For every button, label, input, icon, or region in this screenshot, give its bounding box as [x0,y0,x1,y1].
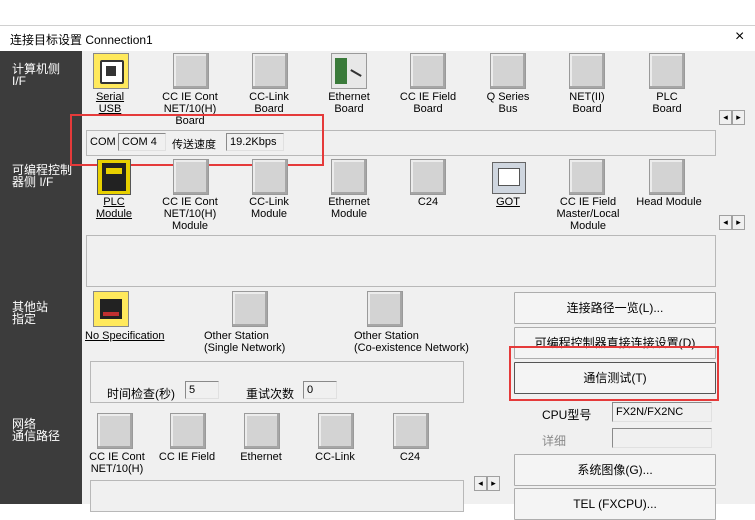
tel-fxcpu-button[interactable]: TEL (FXCPU)... [514,488,716,520]
head-module-icon[interactable] [649,159,685,195]
plc-if-label-cc-ie-field[interactable]: CC IE Field Master/Local Module [549,196,627,232]
pc-if-label-plc-board[interactable]: PLC Board [631,91,703,115]
other-label-coexistence-network[interactable]: Other Station (Co-existence Network) [354,330,479,354]
scroll-left-icon[interactable]: ◂ [719,110,732,125]
time-check-label: 时间检查(秒) [107,387,175,401]
plc-if-scroll[interactable]: ◂ ▸ [719,215,745,230]
plc-if-label-ethernet[interactable]: Ethernet Module [313,196,385,220]
window-titlebar: 连接目标设置 Connection1 × [0,25,755,52]
plc-if-label-cc-link[interactable]: CC-Link Module [233,196,305,220]
plc-if-label-plc-module[interactable]: PLC Module [85,196,143,220]
network-label-c24[interactable]: C24 [375,451,445,463]
got-icon[interactable] [492,162,526,194]
other-label-no-specification[interactable]: No Specification [85,330,165,342]
pc-if-label-cc-link[interactable]: CC-Link Board [233,91,305,115]
retry-label: 重试次数 [246,387,295,401]
no-specification-icon[interactable] [93,291,129,327]
scroll-right-icon[interactable]: ▸ [732,110,745,125]
section-label-pc-if: 计算机侧 I/F [12,62,61,88]
route-list-button[interactable]: 连接路径一览(L)... [514,292,716,324]
pc-if-label-net-ii[interactable]: NET(II) Board [551,91,623,115]
system-image-button[interactable]: 系统图像(G)... [514,454,716,486]
section-label-network-route: 网络 通信路径 [12,417,61,443]
cc-ie-field-board-icon[interactable] [410,53,446,89]
scroll-left-icon[interactable]: ◂ [474,476,487,491]
cpu-type-field: FX2N/FX2NC [612,402,712,422]
network-detail-panel [90,480,464,512]
c24-icon[interactable] [410,159,446,195]
cc-ie-cont-module-icon[interactable] [173,159,209,195]
scroll-right-icon[interactable]: ▸ [732,215,745,230]
close-icon[interactable]: × [735,28,744,46]
other-station-coexistence-icon[interactable] [367,291,403,327]
ethernet-module-icon[interactable] [331,159,367,195]
other-label-single-network[interactable]: Other Station (Single Network) [204,330,314,354]
plc-module-icon[interactable] [97,159,131,195]
net-ii-board-icon[interactable] [569,53,605,89]
section-label-other-station: 其他站 指定 [12,300,49,326]
net-cc-link-icon[interactable] [318,413,354,449]
section-label-plc-if: 可编程控制 器侧 I/F [12,163,73,189]
cc-link-board-icon[interactable] [252,53,288,89]
cc-ie-cont-board-icon[interactable] [173,53,209,89]
serial-usb-icon[interactable] [93,53,129,89]
pc-if-label-serial-usb[interactable]: Serial USB [85,91,135,115]
network-scroll[interactable]: ◂ ▸ [474,476,500,491]
detail-label: 详细 [542,434,567,448]
window-title: 连接目标设置 Connection1 [10,33,153,47]
pc-if-label-q-series-bus[interactable]: Q Series Bus [472,91,544,115]
network-label-cc-ie-field[interactable]: CC IE Field [152,451,222,463]
plc-if-label-cc-ie-cont[interactable]: CC IE Cont NET/10(H) Module [150,196,230,232]
network-label-cc-link[interactable]: CC-Link [300,451,370,463]
network-label-ethernet[interactable]: Ethernet [226,451,296,463]
scroll-left-icon[interactable]: ◂ [719,215,732,230]
highlight-box-test [509,346,719,401]
pc-if-label-cc-ie-field[interactable]: CC IE Field Board [392,91,464,115]
net-cc-ie-field-icon[interactable] [170,413,206,449]
net-ethernet-icon[interactable] [244,413,280,449]
time-check-field[interactable]: 5 [185,381,219,399]
plc-if-label-got[interactable]: GOT [472,196,544,208]
plc-if-detail-panel [86,235,716,287]
pc-if-label-ethernet[interactable]: Ethernet Board [313,91,385,115]
retry-field[interactable]: 0 [303,381,337,399]
network-label-cc-ie-cont[interactable]: CC IE Cont NET/10(H) [84,451,150,475]
net-c24-icon[interactable] [393,413,429,449]
pc-if-scroll[interactable]: ◂ ▸ [719,110,745,125]
other-station-single-icon[interactable] [232,291,268,327]
plc-if-label-head-module[interactable]: Head Module [631,196,707,208]
scroll-right-icon[interactable]: ▸ [487,476,500,491]
net-cc-ie-cont-icon[interactable] [97,413,133,449]
plc-board-icon[interactable] [649,53,685,89]
cc-link-module-icon[interactable] [252,159,288,195]
cc-ie-field-module-icon[interactable] [569,159,605,195]
ethernet-board-icon[interactable] [331,53,367,89]
cpu-type-label: CPU型号 [542,408,592,422]
q-series-bus-icon[interactable] [490,53,526,89]
plc-if-label-c24[interactable]: C24 [392,196,464,208]
detail-field [612,428,712,448]
